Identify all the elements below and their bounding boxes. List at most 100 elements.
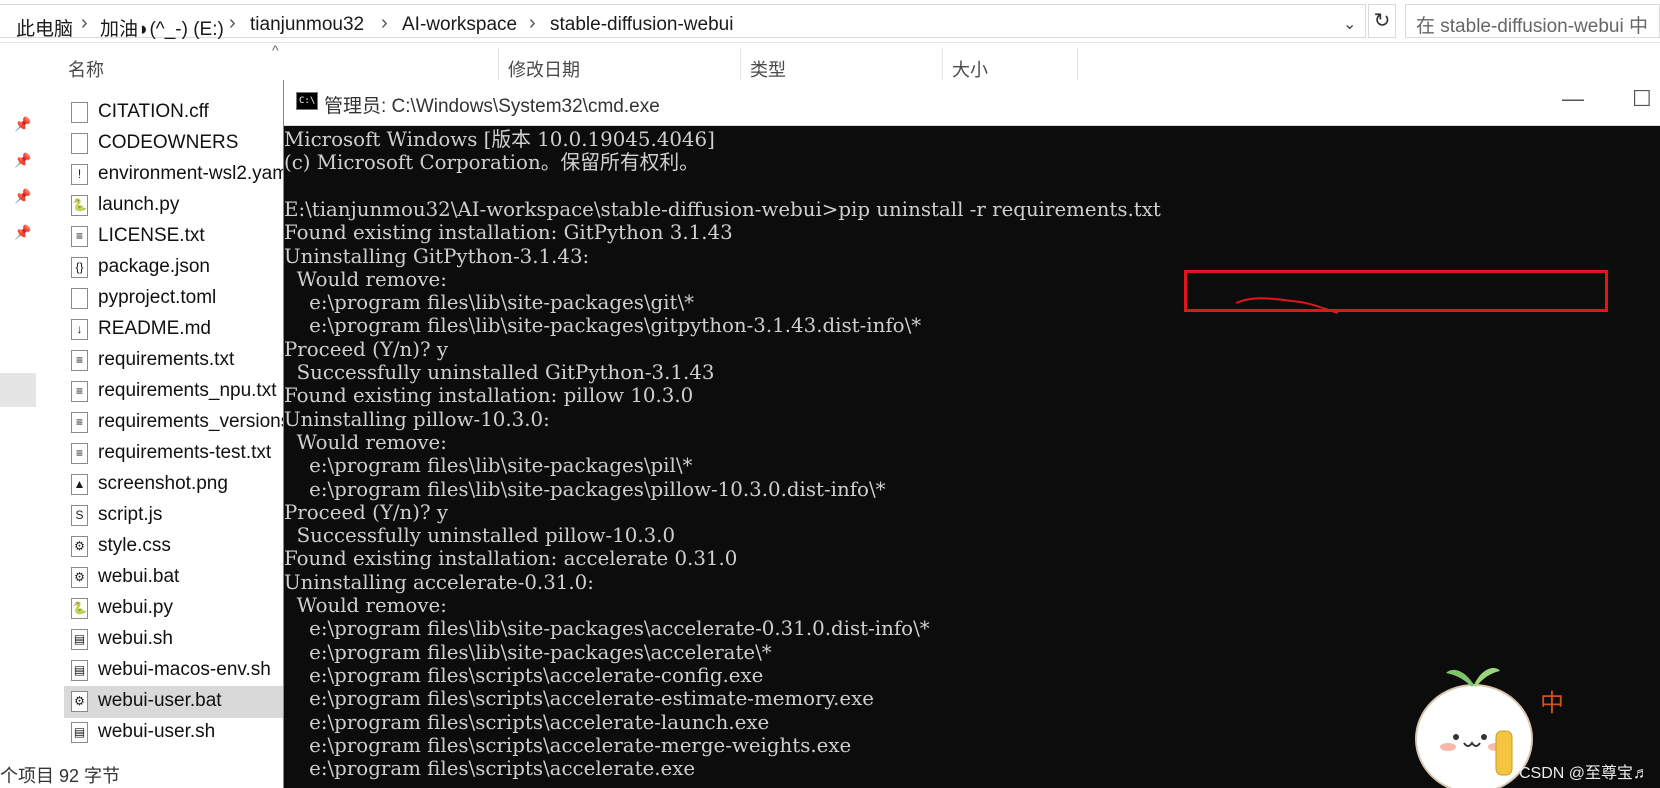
batch-file-icon: ⚙ bbox=[71, 691, 88, 712]
file-row[interactable]: CODEOWNERS bbox=[64, 128, 284, 160]
python-file-icon: 🐍 bbox=[71, 195, 88, 216]
cmd-title-bar[interactable]: C:\ 管理员: C:\Windows\System32\cmd.exe — ☐ bbox=[284, 80, 1660, 126]
pin-icon[interactable]: 📌 bbox=[14, 224, 31, 241]
file-row[interactable]: ▤ webui-macos-env.sh bbox=[64, 655, 284, 687]
refresh-button[interactable]: ↻ bbox=[1368, 4, 1396, 38]
refresh-icon: ↻ bbox=[1373, 10, 1391, 32]
terminal-line: e:\program files\scripts\accelerate-merg… bbox=[284, 733, 852, 757]
file-name: CODEOWNERS bbox=[98, 132, 239, 153]
file-row[interactable]: ⚙ webui-user.bat bbox=[64, 686, 284, 718]
breadcrumb-folder-current[interactable]: stable-diffusion-webui bbox=[550, 14, 733, 36]
pin-icon[interactable]: 📌 bbox=[14, 152, 31, 169]
document-icon bbox=[71, 102, 88, 123]
batch-file-icon: ⚙ bbox=[71, 567, 88, 588]
python-file-icon: 🐍 bbox=[71, 598, 88, 619]
sort-up-icon: ^ bbox=[272, 42, 279, 58]
file-name: webui.py bbox=[98, 597, 173, 618]
column-header-size[interactable]: 大小 bbox=[952, 56, 988, 82]
file-row[interactable]: 🐍 launch.py bbox=[64, 190, 284, 222]
file-row[interactable]: ! environment-wsl2.yaml bbox=[64, 159, 284, 191]
file-row[interactable]: Sscript.js bbox=[64, 500, 284, 532]
text-file-icon: ≡ bbox=[71, 412, 88, 433]
underline-annotation bbox=[1235, 297, 1339, 314]
file-row[interactable]: pyproject.toml bbox=[64, 283, 284, 315]
breadcrumb-drive[interactable]: 加油◗(^_-) (E:) bbox=[100, 14, 224, 41]
maximize-button[interactable]: ☐ bbox=[1632, 86, 1652, 112]
breadcrumb-this-pc[interactable]: 此电脑 bbox=[16, 14, 73, 41]
terminal-line: e:\program files\lib\site-packages\accel… bbox=[284, 640, 772, 664]
file-name: webui.bat bbox=[98, 566, 180, 587]
chevron-right-icon[interactable]: › bbox=[81, 12, 88, 35]
json-file-icon: {} bbox=[71, 257, 88, 278]
pin-icon[interactable]: 📌 bbox=[14, 188, 31, 205]
file-row[interactable]: ▤ webui.sh bbox=[64, 624, 284, 656]
pin-icon[interactable]: 📌 bbox=[14, 116, 31, 133]
file-name: launch.py bbox=[98, 194, 180, 215]
file-name: CITATION.cff bbox=[98, 101, 209, 122]
chevron-down-icon[interactable]: ⌄ bbox=[1343, 14, 1356, 34]
terminal-line: Would remove: bbox=[284, 430, 447, 454]
column-divider[interactable] bbox=[942, 48, 943, 84]
file-row[interactable]: 🐍 webui.py bbox=[64, 593, 284, 625]
cmd-app-icon: C:\ bbox=[296, 92, 318, 110]
terminal-line: e:\program files\scripts\accelerate.exe bbox=[284, 757, 696, 781]
column-header-type[interactable]: 类型 bbox=[750, 56, 786, 82]
file-row[interactable]: ⚙ style.css bbox=[64, 531, 284, 563]
file-row[interactable]: ≡ requirements_npu.txt bbox=[64, 376, 284, 408]
css-file-icon: ⚙ bbox=[71, 536, 88, 557]
column-header-date[interactable]: 修改日期 bbox=[508, 56, 580, 82]
terminal-line: Uninstalling GitPython-3.1.43: bbox=[284, 244, 590, 268]
file-name: pyproject.toml bbox=[98, 287, 217, 308]
terminal-line: Found existing installation: GitPython 3… bbox=[284, 221, 733, 245]
terminal-line: Proceed (Y/n)? y bbox=[284, 500, 449, 524]
text-file-icon: ≡ bbox=[71, 350, 88, 371]
minimize-button[interactable]: — bbox=[1562, 86, 1584, 112]
sticker-text: 中 bbox=[1540, 689, 1564, 717]
terminal-line: Microsoft Windows [版本 10.0.19045.4046] bbox=[284, 128, 715, 151]
terminal-line: e:\program files\lib\site-packages\pil\* bbox=[284, 454, 693, 478]
file-row[interactable]: ≡ requirements_versions.txt bbox=[64, 407, 284, 439]
file-row[interactable]: ↓ README.md bbox=[64, 314, 284, 346]
breadcrumb-folder-user[interactable]: tianjunmou32 bbox=[250, 14, 364, 36]
terminal-line: E:\tianjunmou32\AI-workspace\stable-diff… bbox=[284, 197, 1161, 221]
terminal-line: Found existing installation: accelerate … bbox=[284, 547, 738, 571]
file-row[interactable]: {} package.json bbox=[64, 252, 284, 284]
file-name: style.css bbox=[98, 535, 171, 556]
file-name: script.js bbox=[98, 504, 163, 525]
search-input[interactable]: 在 stable-diffusion-webui 中 bbox=[1405, 4, 1660, 38]
column-divider[interactable] bbox=[498, 48, 499, 84]
document-icon bbox=[71, 133, 88, 154]
breadcrumb-folder-workspace[interactable]: AI-workspace bbox=[402, 14, 517, 36]
chevron-right-icon[interactable]: › bbox=[529, 12, 536, 35]
js-file-icon: S bbox=[71, 505, 88, 526]
terminal-line: Uninstalling accelerate-0.31.0: bbox=[284, 570, 594, 594]
column-divider[interactable] bbox=[740, 48, 741, 84]
file-name: requirements_npu.txt bbox=[98, 380, 277, 401]
column-divider[interactable] bbox=[1077, 48, 1078, 84]
file-name: webui-user.sh bbox=[98, 721, 216, 742]
file-row[interactable]: ▤ webui-user.sh bbox=[64, 717, 284, 749]
terminal-line: e:\program files\lib\site-packages\accel… bbox=[284, 617, 930, 641]
text-file-icon: ≡ bbox=[71, 443, 88, 464]
file-row[interactable]: ▲ screenshot.png bbox=[64, 469, 284, 501]
file-row[interactable]: ⚙ webui.bat bbox=[64, 562, 284, 594]
nav-item-selected[interactable] bbox=[0, 373, 36, 407]
terminal-line: Successfully uninstalled pillow-10.3.0 bbox=[284, 524, 676, 548]
file-name: environment-wsl2.yaml bbox=[98, 163, 284, 184]
breadcrumb[interactable]: 此电脑 › 加油◗(^_-) (E:) › tianjunmou32 › AI-… bbox=[0, 4, 1366, 41]
text-file-icon: ≡ bbox=[71, 226, 88, 247]
chevron-right-icon[interactable]: › bbox=[229, 12, 236, 35]
document-icon bbox=[71, 288, 88, 309]
terminal-line: e:\program files\scripts\accelerate-conf… bbox=[284, 663, 764, 687]
terminal-line: e:\program files\lib\site-packages\git\* bbox=[284, 291, 695, 315]
file-row[interactable]: ≡ requirements-test.txt bbox=[64, 438, 284, 470]
file-row[interactable]: CITATION.cff bbox=[64, 97, 284, 129]
terminal-line: e:\program files\lib\site-packages\gitpy… bbox=[284, 314, 922, 338]
file-name: webui-macos-env.sh bbox=[98, 659, 271, 680]
chevron-right-icon[interactable]: › bbox=[381, 12, 388, 35]
file-row[interactable]: ≡ LICENSE.txt bbox=[64, 221, 284, 253]
file-row[interactable]: ≡ requirements.txt bbox=[64, 345, 284, 377]
column-header-name[interactable]: 名称 bbox=[68, 56, 104, 82]
file-name: LICENSE.txt bbox=[98, 225, 205, 246]
address-bar: 此电脑 › 加油◗(^_-) (E:) › tianjunmou32 › AI-… bbox=[0, 0, 1660, 43]
